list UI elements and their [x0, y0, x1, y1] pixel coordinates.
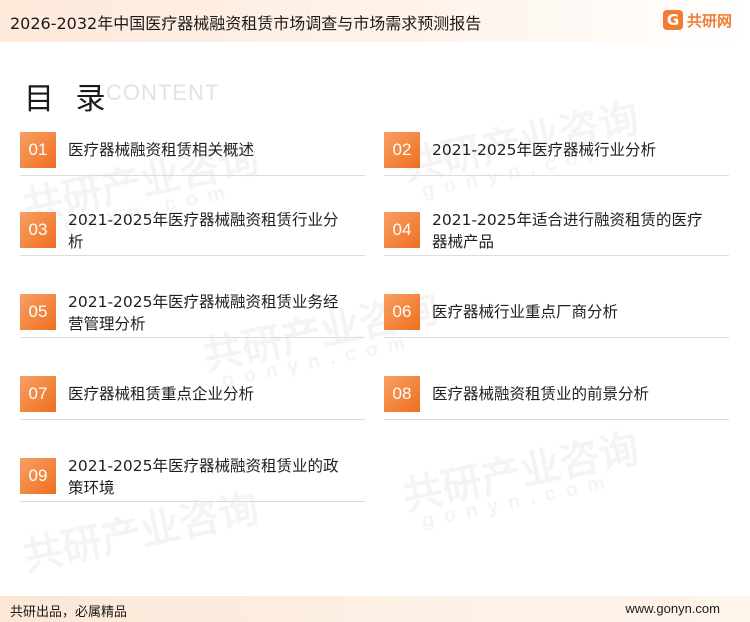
toc-number-badge: 05 — [20, 294, 56, 330]
toc-number-badge: 04 — [384, 212, 420, 248]
toc-number-badge: 03 — [20, 212, 56, 248]
toc-item-label: 医疗器械租赁重点企业分析 — [68, 385, 255, 403]
toc-item-05[interactable]: 05 2021-2025年医疗器械融资租赁业务经营管理分析 — [20, 293, 365, 354]
header-bar: 2026-2032年中国医疗器械融资租赁市场调查与市场需求预测报告 G 共研网 — [0, 0, 750, 42]
divider — [384, 175, 729, 176]
toc-number-badge: 07 — [20, 376, 56, 412]
divider — [20, 175, 365, 176]
toc-item-label: 医疗器械融资租赁相关概述 — [68, 141, 255, 159]
toc-item-01[interactable]: 01 医疗器械融资租赁相关概述 — [20, 132, 365, 192]
toc-number-badge: 01 — [20, 132, 56, 168]
footer-bar: 共研出品，必属精品 www.gonyn.com — [0, 596, 750, 622]
toc-item-02[interactable]: 02 2021-2025年医疗器械行业分析 — [384, 132, 729, 192]
logo-text: 共研网 — [686, 11, 732, 30]
divider — [20, 255, 365, 256]
toc-item-07[interactable]: 07 医疗器械租赁重点企业分析 — [20, 376, 365, 436]
toc-number-badge: 08 — [384, 376, 420, 412]
toc-item-label: 2021-2025年医疗器械融资租赁行业分析 — [68, 211, 339, 251]
toc-item-label: 2021-2025年医疗器械融资租赁业务经营管理分析 — [68, 293, 339, 333]
brand-logo: G 共研网 — [662, 8, 732, 32]
toc-number-badge: 02 — [384, 132, 420, 168]
toc-item-label: 2021-2025年医疗器械融资租赁业的政策环境 — [68, 457, 339, 497]
toc-item-04[interactable]: 04 2021-2025年适合进行融资租赁的医疗器械产品 — [384, 211, 729, 272]
toc-item-08[interactable]: 08 医疗器械融资租赁业的前景分析 — [384, 376, 729, 436]
toc-item-09[interactable]: 09 2021-2025年医疗器械融资租赁业的政策环境 — [20, 457, 365, 518]
toc-heading: 目 录 — [24, 82, 112, 117]
toc-item-03[interactable]: 03 2021-2025年医疗器械融资租赁行业分析 — [20, 211, 365, 272]
divider — [384, 337, 729, 338]
toc-item-06[interactable]: 06 医疗器械行业重点厂商分析 — [384, 294, 729, 354]
report-title: 2026-2032年中国医疗器械融资租赁市场调查与市场需求预测报告 — [10, 14, 482, 33]
toc-item-label: 医疗器械行业重点厂商分析 — [432, 303, 619, 321]
toc-number-badge: 09 — [20, 458, 56, 494]
toc-item-label: 2021-2025年医疗器械行业分析 — [432, 141, 656, 159]
watermark-site: gonyn.com — [420, 470, 617, 533]
footer-slogan: 共研出品，必属精品 — [10, 605, 128, 620]
toc-item-label: 医疗器械融资租赁业的前景分析 — [432, 385, 650, 403]
footer-website[interactable]: www.gonyn.com — [625, 601, 720, 616]
toc-subheading: CONTENT — [106, 80, 220, 105]
divider — [20, 337, 365, 338]
divider — [384, 419, 729, 420]
toc-number-badge: 06 — [384, 294, 420, 330]
divider — [20, 501, 365, 502]
toc-item-label: 2021-2025年适合进行融资租赁的医疗器械产品 — [432, 211, 703, 251]
logo-mark-icon: G — [662, 10, 683, 30]
divider — [384, 255, 729, 256]
divider — [20, 419, 365, 420]
